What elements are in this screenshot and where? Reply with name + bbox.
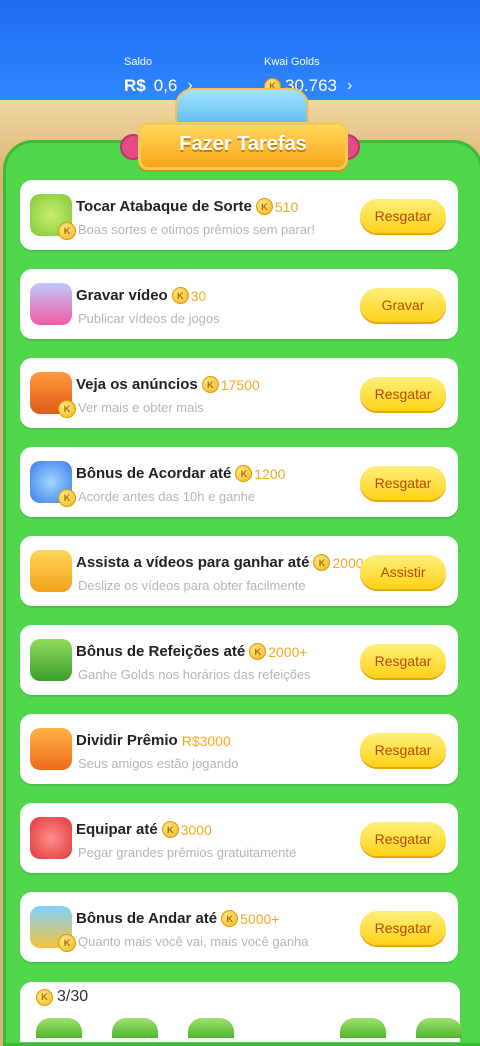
claim-button[interactable]: Resgatar <box>360 911 446 945</box>
task-card: K Tocar Atabaque de Sorte K 510 Boas sort… <box>20 180 458 250</box>
task-title: Gravar vídeo <box>76 287 168 304</box>
moon-icon: K <box>30 461 76 507</box>
task-reward: K 1200 <box>235 465 285 482</box>
task-reward-value: 3000 <box>180 821 212 838</box>
coin-icon: K <box>58 489 76 507</box>
gift-box-icon <box>30 728 72 770</box>
task-reward-value: 30 <box>190 287 207 304</box>
runner-icon: K <box>30 906 76 952</box>
task-reward-value: 510 <box>274 198 299 215</box>
task-subtitle: Boas sortes e otimos prêmios sem parar! <box>78 222 315 237</box>
coin-icon: K <box>36 988 53 1006</box>
task-card: K Bônus de Andar até K 5000+ Quanto mais … <box>20 892 458 962</box>
task-reward: K 3000 <box>161 821 212 838</box>
boxing-glove-icon <box>30 817 72 859</box>
task-title-row: Dividir Prêmio R$3000 <box>76 732 231 749</box>
coin-icon: K <box>221 910 239 927</box>
progress-node[interactable] <box>112 1018 158 1038</box>
task-subtitle: Acorde antes das 10h e ganhe <box>78 489 256 504</box>
lunchbox-icon <box>30 639 72 681</box>
golds-label: Kwai Golds <box>264 56 320 68</box>
video-camera-icon <box>30 550 72 592</box>
camera-icon <box>30 283 72 325</box>
watch-button[interactable]: Assistir <box>360 555 446 589</box>
banner: Fazer Tarefas <box>120 80 360 180</box>
task-subtitle: Ver mais e obter mais <box>78 400 204 415</box>
task-reward: K 17500 <box>201 376 260 393</box>
claim-button[interactable]: Resgatar <box>360 644 446 678</box>
progress-text: 3/30 <box>57 988 89 1005</box>
coin-icon: K <box>249 643 267 660</box>
banner-ribbon: Fazer Tarefas <box>138 122 348 170</box>
tv-icon: K <box>30 372 76 418</box>
coin-icon: K <box>161 821 179 838</box>
task-title: Bônus de Andar até <box>76 910 218 927</box>
coin-icon: K <box>313 554 331 571</box>
task-card: Gravar vídeo K 30 Publicar vídeos de jogo… <box>20 269 458 339</box>
claim-button[interactable]: Resgatar <box>360 466 446 500</box>
coin-icon: K <box>58 400 76 418</box>
task-subtitle: Deslize os vídeos para obter facilmente <box>78 578 306 593</box>
saldo-label: Saldo <box>124 56 153 68</box>
coin-icon: K <box>235 465 253 482</box>
task-title: Dividir Prêmio <box>76 732 178 749</box>
task-reward: K 5000+ <box>221 910 279 927</box>
claim-button[interactable]: Resgatar <box>360 377 446 411</box>
coin-icon: K <box>58 934 76 952</box>
task-title: Tocar Atabaque de Sorte <box>76 198 252 215</box>
task-card: K Bônus de Acordar até K 1200 Acorde ante… <box>20 447 458 517</box>
coin-icon: K <box>171 287 189 304</box>
task-card: K Veja os anúncios K 17500 Ver mais e obt… <box>20 358 458 428</box>
task-title: Veja os anúncios <box>76 376 198 393</box>
claim-button[interactable]: Resgatar <box>360 199 446 233</box>
task-title-row: Bônus de Refeições até K 2000+ <box>76 643 308 660</box>
progress-node[interactable] <box>36 1018 82 1038</box>
task-reward: K 2000 <box>313 554 364 571</box>
banner-title: Fazer Tarefas <box>179 133 307 155</box>
task-title: Bônus de Acordar até <box>76 465 232 482</box>
task-title: Assista a vídeos para ganhar até <box>76 554 310 571</box>
task-subtitle: Ganhe Golds nos horários das refeições <box>78 667 311 682</box>
task-card: Equipar até K 3000 Pegar grandes prêmios … <box>20 803 458 873</box>
task-title-row: Gravar vídeo K 30 <box>76 287 206 304</box>
task-title-row: Equipar até K 3000 <box>76 821 212 838</box>
claim-button[interactable]: Resgatar <box>360 733 446 767</box>
task-reward: K 30 <box>171 287 207 304</box>
task-title-row: Tocar Atabaque de Sorte K 510 <box>76 198 298 215</box>
atabaque-icon: K <box>30 194 76 240</box>
task-reward-value: 5000+ <box>240 910 280 927</box>
task-reward-value: 1200 <box>254 465 286 482</box>
task-reward-value: 17500 <box>220 376 260 393</box>
record-button[interactable]: Gravar <box>360 288 446 322</box>
task-card: Assista a vídeos para ganhar até K 2000 D… <box>20 536 458 606</box>
task-reward-value: 2000 <box>332 554 364 571</box>
task-list: K Tocar Atabaque de Sorte K 510 Boas sort… <box>20 180 458 981</box>
progress-panel: K 3/30 <box>20 982 462 1042</box>
coin-icon: K <box>201 376 219 393</box>
task-reward: K 2000+ <box>249 643 308 660</box>
task-reward-value: R$3000 <box>181 732 231 749</box>
task-title: Equipar até <box>76 821 158 838</box>
task-subtitle: Pegar grandes prêmios gratuitamente <box>78 845 297 860</box>
task-title-row: Veja os anúncios K 17500 <box>76 376 260 393</box>
task-title: Bônus de Refeições até <box>76 643 246 660</box>
task-card: Dividir Prêmio R$3000 Seus amigos estão … <box>20 714 458 784</box>
coin-icon: K <box>58 222 76 240</box>
task-title-row: Bônus de Andar até K 5000+ <box>76 910 279 927</box>
task-reward: R$3000 <box>182 733 231 749</box>
progress-node[interactable] <box>340 1018 386 1038</box>
task-subtitle: Publicar vídeos de jogos <box>78 311 220 326</box>
progress-counter: K 3/30 <box>36 988 88 1006</box>
task-reward: K 510 <box>255 198 299 215</box>
task-card: Bônus de Refeições até K 2000+ Ganhe Gold… <box>20 625 458 695</box>
task-reward-value: 2000+ <box>268 643 308 660</box>
task-subtitle: Seus amigos estão jogando <box>78 756 239 771</box>
claim-button[interactable]: Resgatar <box>360 822 446 856</box>
coin-icon: K <box>255 198 273 215</box>
progress-node[interactable] <box>188 1018 234 1038</box>
progress-node[interactable] <box>416 1018 462 1038</box>
task-title-row: Bônus de Acordar até K 1200 <box>76 465 285 482</box>
task-subtitle: Quanto mais você vai, mais você ganha <box>78 934 309 949</box>
task-title-row: Assista a vídeos para ganhar até K 2000 <box>76 554 364 571</box>
